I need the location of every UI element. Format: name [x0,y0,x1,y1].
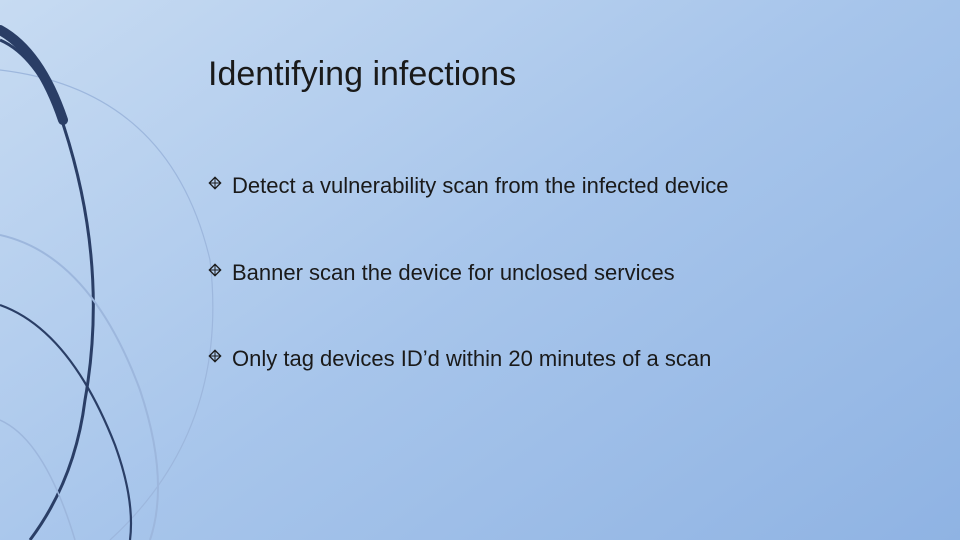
diamond-bullet-icon [208,176,222,190]
list-item: Banner scan the device for unclosed serv… [208,259,908,288]
content-area: Identifying infections Detect a vulnerab… [208,55,908,432]
bullet-text: Banner scan the device for unclosed serv… [232,259,675,288]
bullet-list: Detect a vulnerability scan from the inf… [208,172,908,374]
diamond-bullet-icon [208,349,222,363]
list-item: Detect a vulnerability scan from the inf… [208,172,908,201]
diamond-bullet-icon [208,263,222,277]
list-item: Only tag devices ID’d within 20 minutes … [208,345,908,374]
bullet-text: Detect a vulnerability scan from the inf… [232,172,728,201]
bullet-text: Only tag devices ID’d within 20 minutes … [232,345,711,374]
slide-title: Identifying infections [208,55,908,94]
slide: Identifying infections Detect a vulnerab… [0,0,960,540]
